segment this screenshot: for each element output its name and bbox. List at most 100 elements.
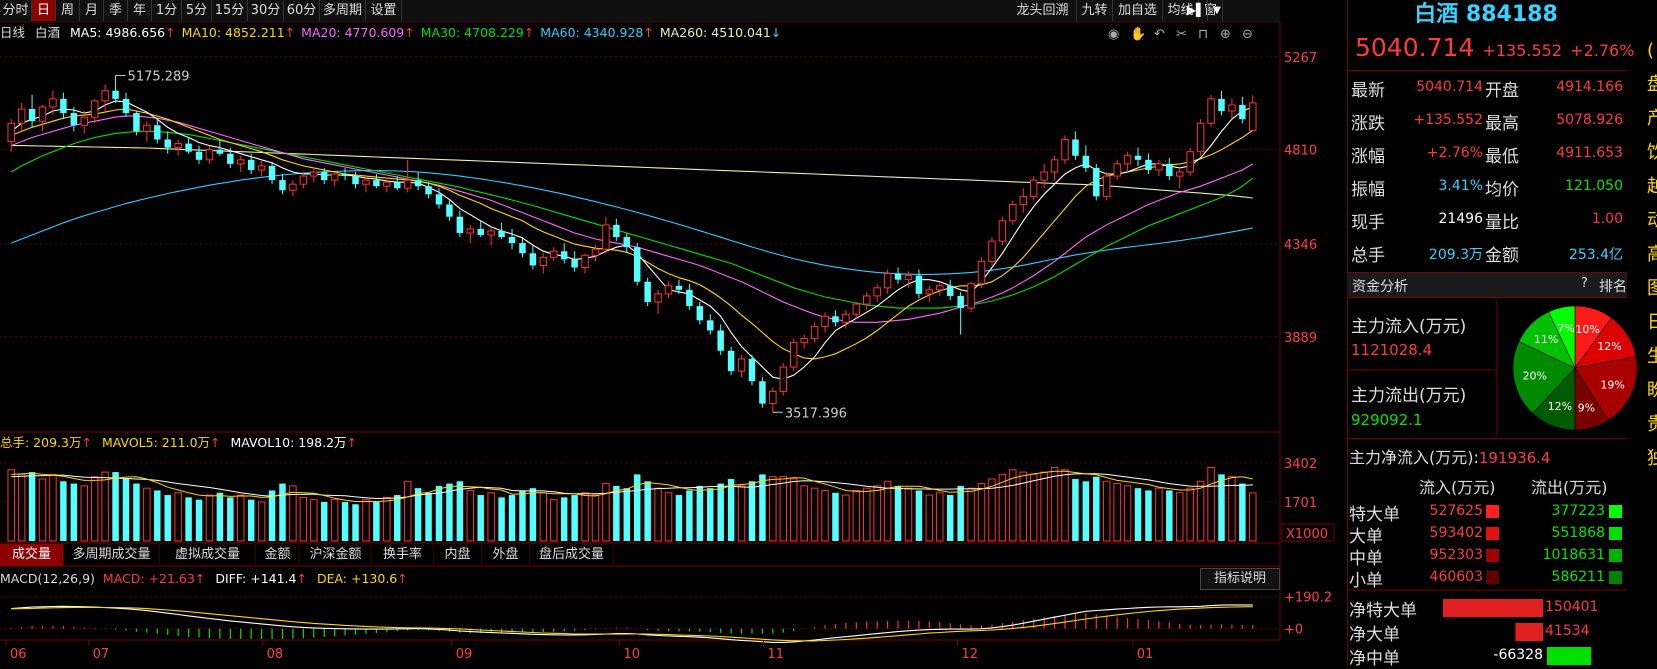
volume-tick-label: 1701 [1284,496,1317,511]
price-tick-label: 4810 [1284,144,1317,159]
volume-bar [1249,492,1257,542]
volume-bar [1061,469,1069,542]
date-tick-label: 10 [623,647,640,662]
price-tick-label: 5267 [1284,51,1317,66]
high-label: 5175.289 [128,69,190,84]
volume-tab-7[interactable]: 外盘 [482,544,530,566]
volume-bar [268,490,276,541]
candle-body [591,248,600,256]
candle-body [810,325,819,340]
candle-body [80,116,88,126]
volume-bar [1050,466,1059,542]
volume-tab-6[interactable]: 内盘 [434,544,482,566]
volume-bar [1176,492,1184,542]
candle-body [529,253,537,266]
candle-body [613,224,620,238]
candle-body [967,283,975,309]
volume-bar [174,492,182,542]
volume-bar [508,495,516,541]
date-tick-label: 09 [456,647,473,662]
volume-bar [925,494,934,542]
candle-body [946,285,954,296]
volume-bar [362,499,370,542]
candle-body [425,186,432,195]
candle-body [1113,163,1121,177]
candle-body [17,108,26,124]
flow-in-swatch [1486,505,1499,518]
volume-bar [644,481,651,541]
candle-body [1050,159,1059,173]
volume-bar [779,476,788,542]
candle-body [686,289,693,307]
flow-out-swatch [1609,527,1622,540]
volume-bar [1155,487,1163,542]
volume-bar [1186,487,1194,542]
volume-bar [842,494,850,542]
net-row-value: 150401 [1545,599,1599,615]
candle-body [727,350,735,372]
volume-bar [519,490,526,541]
volume-bar [1218,474,1225,541]
price-tick-label: 4346 [1284,238,1317,253]
candle-body [842,313,850,323]
candle-body [550,250,558,258]
volume-bar [195,499,203,541]
volume-bar [863,487,871,542]
candle-body [1145,159,1152,170]
volume-bar [341,501,349,541]
volume-tab-8[interactable]: 盘后成交量 [530,544,614,566]
side-strip-char: 动 [1647,210,1657,231]
volume-bar [1196,480,1205,542]
volume-bar [852,489,861,542]
pie-label: 11% [1534,333,1558,346]
volume-bar [623,488,631,541]
candle-body [268,165,276,181]
volume-bar [1134,488,1142,541]
volume-bar [299,496,308,542]
volume-tab-4[interactable]: 沪深金额 [300,544,372,566]
volume-unit-label: X1000 [1286,527,1328,542]
volume-bar [717,483,724,541]
volume-bar [654,487,662,542]
flow-header-out: 流出(万元) [1531,478,1608,497]
volume-bar [7,469,15,542]
volume-tab-5[interactable]: 换手率 [372,544,434,566]
candle-body [852,303,861,315]
candle-body [352,176,359,185]
volume-tab-2[interactable]: 虚拟成交量 [160,544,256,566]
price-tick-label: 3889 [1284,331,1317,346]
net-row-label: 净大单 [1349,625,1400,645]
indicator-help-button[interactable]: 指标说明 [1200,568,1280,590]
volume-tab-0[interactable]: 成交量 [0,544,64,566]
candle-body [581,254,589,268]
volume-bar [257,501,266,542]
pie-label: 9% [1578,401,1595,414]
date-tick-label: 01 [1137,647,1154,662]
candle-body [1196,122,1205,153]
candle-body [769,390,777,405]
volume-bar [821,489,829,542]
net-row-label: 净特大单 [1349,601,1417,621]
candle-body [320,172,328,181]
candle-body [707,320,714,331]
candle-body [1072,139,1079,156]
mavol10-arrow: ↑ [346,435,358,450]
volume-bar [957,485,964,541]
candle-body [644,281,651,303]
candle-body [216,149,224,154]
candle-body [279,180,286,191]
side-strip-char: ( [1647,40,1655,61]
flow-in-value: 460603 [1429,569,1483,585]
volume-legend: 总手: 209.3万↑ MAVOL5: 211.0万↑ MAVOL10: 198… [0,434,357,452]
volume-bar [1093,476,1100,541]
candle-body [38,106,47,122]
side-strip-char: 日 [1647,312,1657,333]
macd-legend: MACD(12,26,9) MACD: +21.63↑ DIFF: +141.4… [0,570,408,588]
volume-bar [205,494,214,542]
volume-tab-1[interactable]: 多周期成交量 [64,544,160,566]
volume-tab-3[interactable]: 金额 [256,544,300,566]
flow-out-value: 1018631 [1542,547,1605,563]
volume-bar [1113,483,1121,542]
candle-body [936,285,944,291]
candle-body [633,247,641,282]
